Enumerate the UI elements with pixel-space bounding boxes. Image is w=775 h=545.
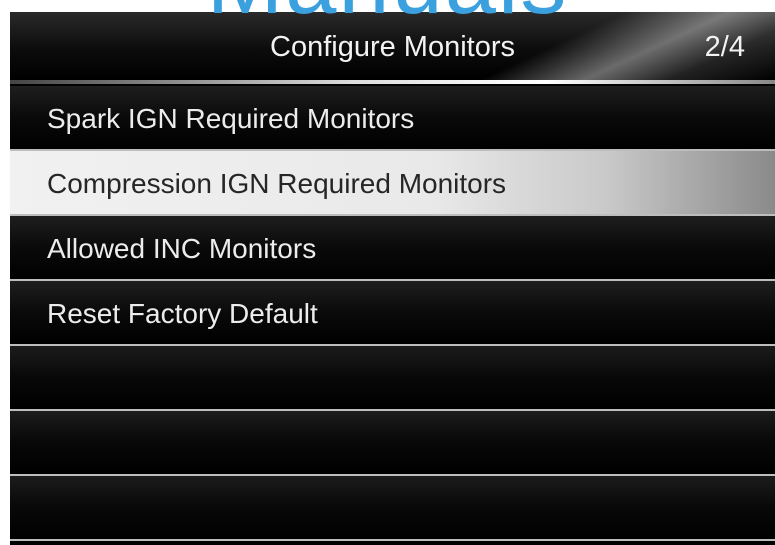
monitor-menu: Spark IGN Required Monitors Compression … [10, 86, 775, 541]
menu-item-allowed-inc[interactable]: Allowed INC Monitors [10, 216, 775, 281]
menu-item-empty [10, 476, 775, 541]
title-bar: Configure Monitors 2/4 [10, 12, 775, 80]
scan-tool-screen: Configure Monitors 2/4 Spark IGN Require… [10, 12, 775, 545]
menu-item-empty [10, 411, 775, 476]
menu-item-compression-ign[interactable]: Compression IGN Required Monitors [10, 151, 775, 216]
page-title: Configure Monitors [270, 31, 515, 63]
menu-item-reset-factory-default[interactable]: Reset Factory Default [10, 281, 775, 346]
menu-item-empty [10, 346, 775, 411]
page-indicator: 2/4 [704, 31, 745, 63]
title-divider [10, 80, 775, 84]
menu-item-spark-ign[interactable]: Spark IGN Required Monitors [10, 86, 775, 151]
